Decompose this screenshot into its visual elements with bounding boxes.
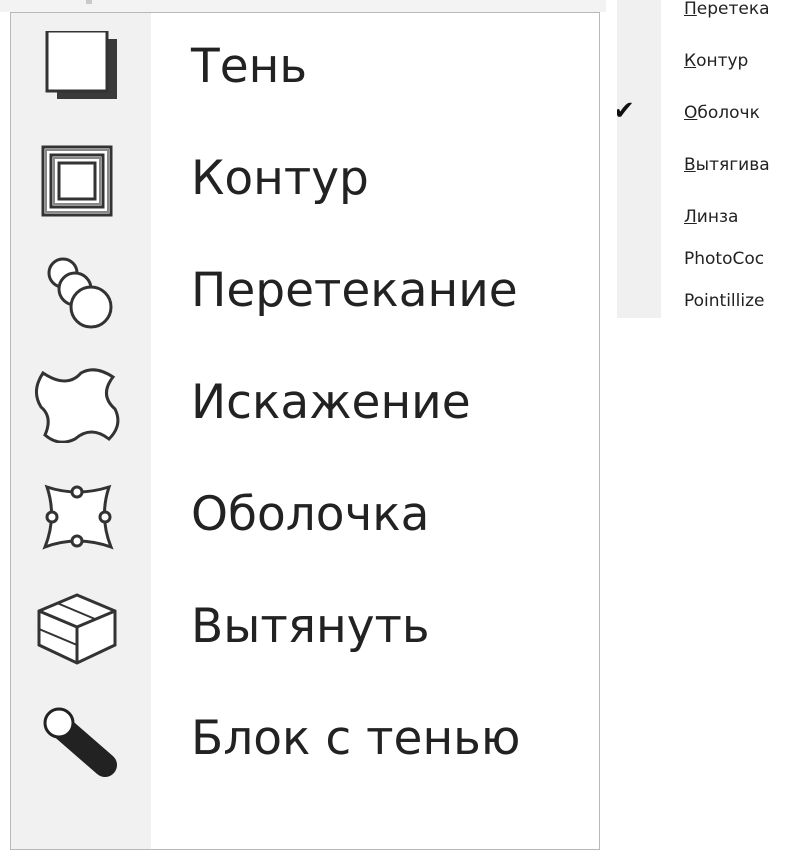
small-menu-item-label: Оболочк — [684, 103, 760, 123]
menu-item-label: Контур — [191, 151, 369, 206]
extrude-icon — [29, 591, 125, 667]
menu-item-label: Тень — [191, 39, 308, 94]
small-menu-item-blend[interactable]: Перетека — [617, 0, 806, 32]
small-menu-item-label: Линза — [684, 207, 739, 227]
top-edge-notch — [86, 0, 92, 4]
envelope-icon — [29, 479, 125, 555]
menu-item-label: Блок с тенью — [191, 711, 521, 766]
effects-flyout-menu-zoomed: Тень Контур Перетекание Искажение Оболоч… — [10, 12, 600, 850]
menu-item-envelope[interactable]: Оболочка — [11, 461, 599, 573]
block-shadow-icon — [29, 703, 125, 779]
effects-menu-original: Перетека Контур ✔ Оболочк Вытягива Линза… — [617, 0, 806, 318]
small-menu-item-extrude[interactable]: Вытягива — [617, 144, 806, 188]
small-menu-item-lens[interactable]: Линза — [617, 196, 806, 240]
small-menu-item-pointillize[interactable]: Pointillize — [617, 280, 806, 318]
menu-item-block-shadow[interactable]: Блок с тенью — [11, 685, 599, 797]
menu-item-distort[interactable]: Искажение — [11, 349, 599, 461]
blend-icon — [29, 255, 125, 331]
menu-item-label: Искажение — [191, 375, 471, 430]
distort-icon — [29, 367, 125, 443]
checkmark-icon: ✔ — [617, 96, 635, 126]
drop-shadow-icon — [29, 31, 125, 107]
small-menu-item-label: Контур — [684, 51, 749, 71]
menu-item-label: Перетекание — [191, 263, 518, 318]
menu-item-blend[interactable]: Перетекание — [11, 237, 599, 349]
small-menu-item-photococktail[interactable]: PhotoCoc — [617, 238, 806, 282]
menu-top-edge — [0, 0, 606, 12]
small-menu-item-contour[interactable]: Контур — [617, 40, 806, 84]
contour-icon — [29, 143, 125, 219]
small-menu-item-label: Перетека — [684, 0, 770, 19]
small-menu-item-envelope[interactable]: ✔ Оболочк — [617, 92, 806, 136]
small-menu-item-label: PhotoCoc — [684, 249, 765, 269]
menu-item-contour[interactable]: Контур — [11, 125, 599, 237]
menu-item-shadow[interactable]: Тень — [11, 13, 599, 125]
menu-item-label: Оболочка — [191, 487, 430, 542]
small-menu-item-label: Pointillize — [684, 291, 765, 311]
menu-item-extrude[interactable]: Вытянуть — [11, 573, 599, 685]
small-menu-item-label: Вытягива — [684, 155, 770, 175]
menu-item-label: Вытянуть — [191, 599, 430, 654]
